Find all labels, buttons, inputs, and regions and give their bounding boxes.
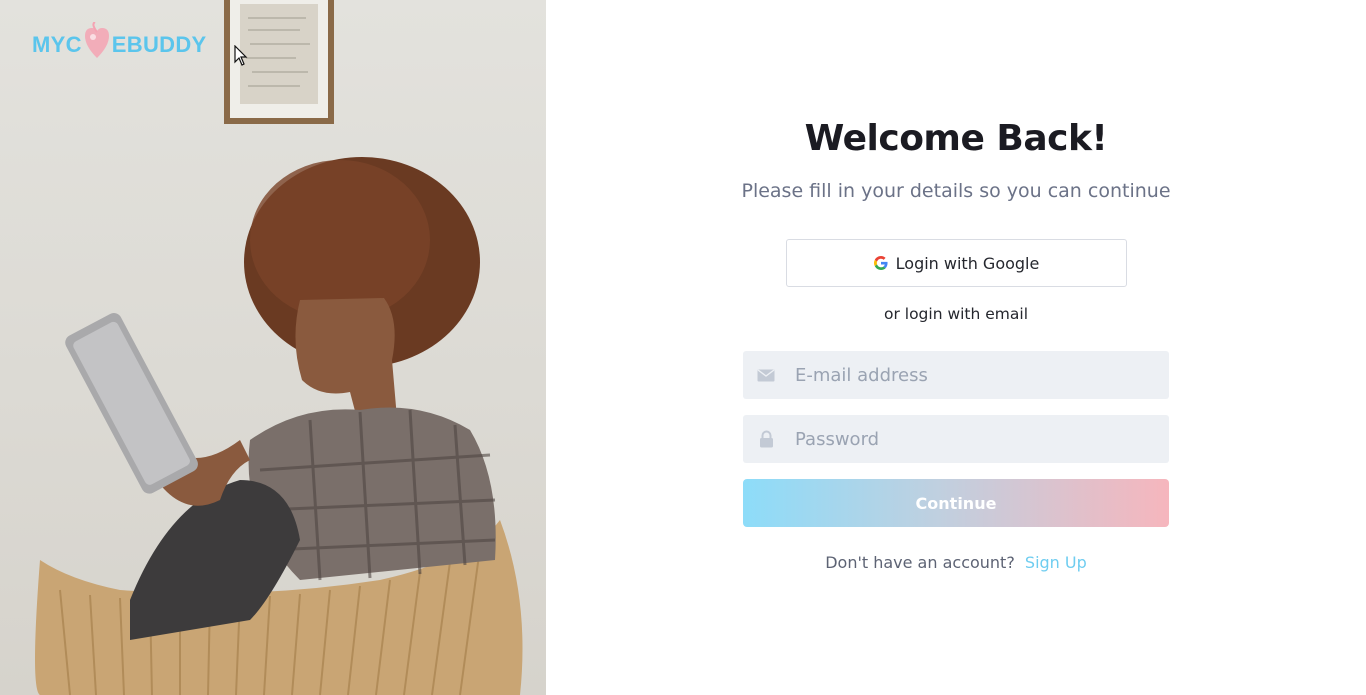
page-title: Welcome Back! [804,118,1108,159]
page-subtitle: Please fill in your details so you can c… [741,180,1171,202]
google-button-label: Login with Google [895,253,1040,273]
logo-text-right: EBUDDY [111,32,207,57]
heart-logo-icon [83,22,111,60]
login-with-google-button[interactable]: Login with Google [786,239,1127,287]
password-field[interactable] [743,415,1169,463]
signup-prompt-text: Don't have an account? [825,553,1015,572]
person-reading-tablet-illustration [35,0,523,695]
mouse-cursor-icon [234,44,248,71]
email-input[interactable] [793,363,1157,387]
sign-up-link[interactable]: Sign Up [1025,553,1087,572]
mycorebuddy-logo[interactable]: MYC EBUDDY [32,22,207,60]
logo-text-left: MYC [32,32,82,57]
hero-photo: MYC EBUDDY [0,0,546,695]
envelope-icon [756,365,776,385]
google-g-icon [873,256,888,270]
password-input[interactable] [793,427,1157,451]
lock-icon [756,429,776,449]
continue-button[interactable]: Continue [743,479,1169,527]
signup-prompt: Don't have an account? Sign Up [546,553,1366,572]
or-login-with-email-text: or login with email [883,305,1029,323]
login-form-panel: Welcome Back! Please fill in your detail… [546,0,1366,695]
email-field[interactable] [743,351,1169,399]
